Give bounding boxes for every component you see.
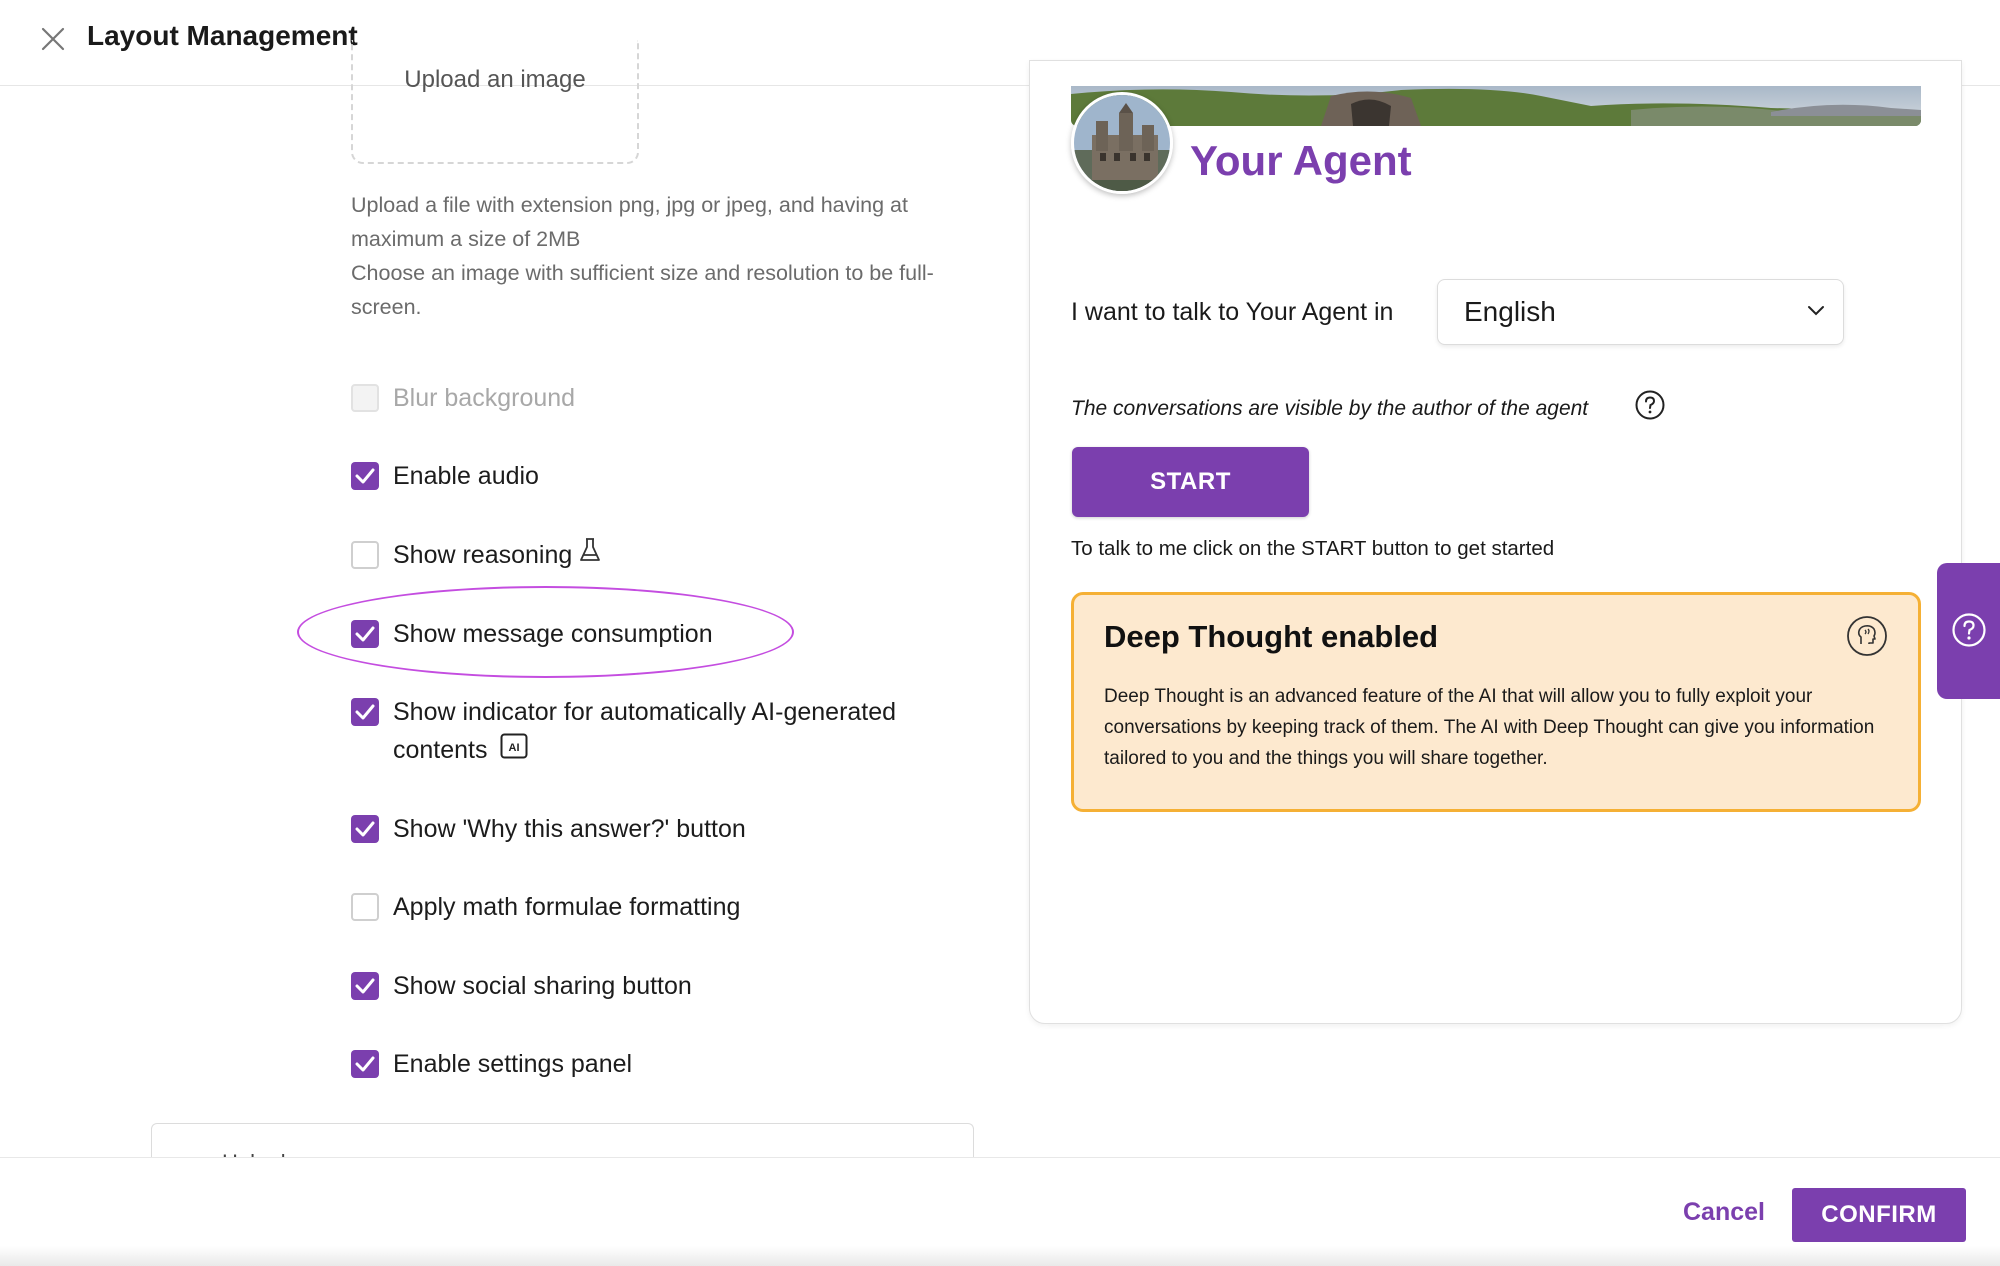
deep-thought-title: Deep Thought enabled	[1104, 619, 1439, 654]
help-tab[interactable]	[1937, 563, 2000, 699]
option-label: Show message consumption	[393, 620, 713, 648]
banner-image	[1071, 86, 1921, 126]
deep-thought-panel: Deep Thought enabled Deep Thought is an …	[1071, 592, 1921, 812]
start-button[interactable]: START	[1072, 447, 1309, 517]
option-show-ai-indicator[interactable]: Show indicator for automatically AI-gene…	[351, 693, 991, 770]
upload-help-line: Upload a file with extension png, jpg or…	[351, 193, 908, 251]
visibility-note: The conversations are visible by the aut…	[1071, 397, 1589, 420]
language-select[interactable]: English	[1437, 279, 1844, 345]
agent-avatar	[1071, 92, 1173, 194]
deep-thought-body: Deep Thought is an advanced feature of t…	[1104, 686, 1875, 769]
option-label: Show indicator for automatically AI-gene…	[393, 698, 897, 764]
option-blur-background: Blur background	[351, 379, 575, 417]
option-social-sharing[interactable]: Show social sharing button	[351, 967, 692, 1005]
ai-badge-text: AI	[509, 742, 520, 754]
cancel-button[interactable]: Cancel	[1683, 1198, 1765, 1227]
option-show-message-consumption[interactable]: Show message consumption	[351, 615, 713, 653]
option-label: Blur background	[393, 384, 576, 412]
option-label: Enable settings panel	[393, 1050, 633, 1078]
checkbox[interactable]	[351, 815, 379, 843]
start-hint: To talk to me click on the START button …	[1071, 537, 1555, 560]
image-upload-dropzone[interactable]: Upload an image	[351, 40, 639, 164]
bottom-edge	[0, 1246, 2000, 1266]
brain-icon	[1846, 615, 1888, 662]
option-show-why-answer[interactable]: Show 'Why this answer?' button	[351, 810, 746, 848]
checkbox[interactable]	[351, 1050, 379, 1078]
language-value: English	[1464, 296, 1556, 327]
language-prompt: I want to talk to Your Agent in	[1071, 298, 1394, 326]
confirm-button[interactable]: CONFIRM	[1792, 1188, 1966, 1242]
option-math-formatting[interactable]: Apply math formulae formatting	[351, 888, 740, 926]
checkbox[interactable]	[351, 541, 379, 569]
checkbox[interactable]	[351, 698, 379, 726]
close-icon[interactable]	[38, 24, 68, 54]
checkbox[interactable]	[351, 462, 379, 490]
option-label-wrap: Show indicator for automatically AI-gene…	[393, 693, 991, 770]
checkbox[interactable]	[351, 972, 379, 1000]
upload-help-line: Choose an image with sufficient size and…	[351, 261, 934, 319]
checkbox[interactable]	[351, 893, 379, 921]
option-show-reasoning[interactable]: Show reasoning	[351, 536, 602, 575]
page-title: Layout Management	[87, 20, 358, 51]
upload-help-text: Upload a file with extension png, jpg or…	[351, 188, 991, 324]
option-label: Show social sharing button	[393, 972, 692, 1000]
question-circle-icon[interactable]	[1634, 389, 1666, 426]
option-label: Enable audio	[393, 462, 539, 490]
checkbox	[351, 384, 379, 412]
flask-icon	[578, 536, 602, 575]
option-label: Show reasoning	[393, 541, 573, 569]
agent-name: Your Agent	[1190, 137, 1412, 184]
option-enable-audio[interactable]: Enable audio	[351, 457, 539, 495]
checkbox[interactable]	[351, 620, 379, 648]
option-label: Show 'Why this answer?' button	[393, 815, 746, 843]
chevron-down-icon	[1807, 304, 1825, 322]
question-circle-icon	[1952, 613, 1986, 647]
upload-label: Upload an image	[404, 66, 586, 93]
option-label: Apply math formulae formatting	[393, 893, 741, 921]
ai-badge-icon: AI	[500, 732, 528, 770]
option-settings-panel[interactable]: Enable settings panel	[351, 1045, 632, 1083]
